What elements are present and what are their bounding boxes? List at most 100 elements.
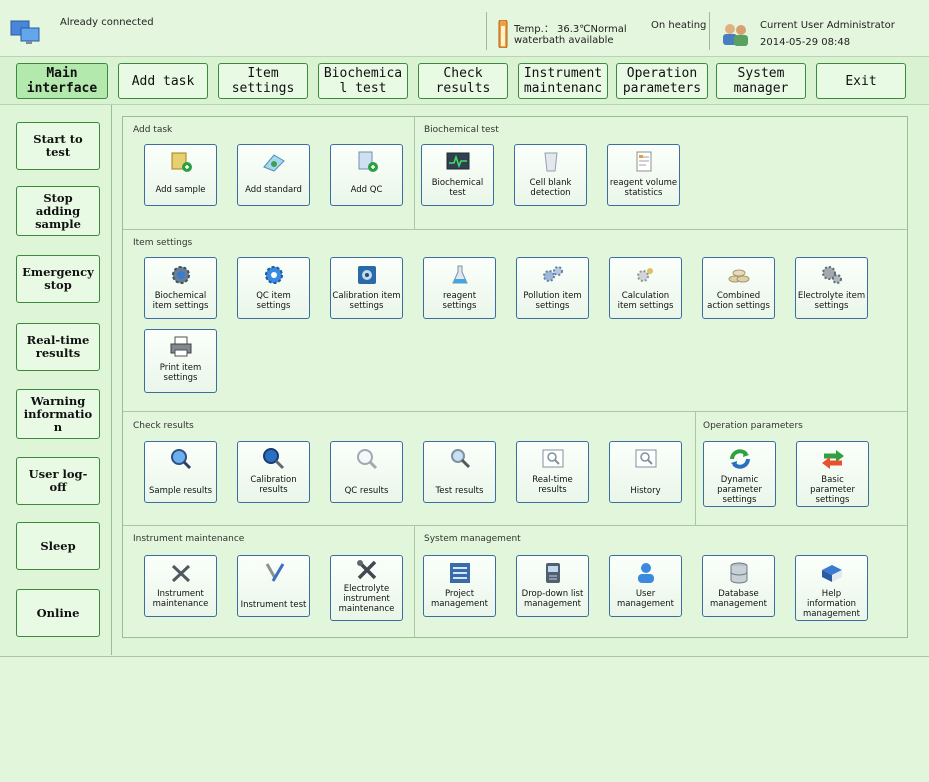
menu-operation-parameters[interactable]: Operation parameters bbox=[616, 63, 708, 99]
printer-icon bbox=[170, 336, 192, 357]
thermometer-icon bbox=[498, 20, 508, 48]
online-button[interactable]: Online bbox=[16, 589, 100, 637]
coins-icon bbox=[728, 269, 750, 283]
basic-parameter-settings-tile[interactable]: Basic parameter settings bbox=[796, 441, 869, 507]
section-title: Operation parameters bbox=[703, 421, 803, 431]
menu-instrument-maintenance[interactable]: Instrument maintenanc bbox=[518, 63, 608, 99]
document-icon bbox=[636, 151, 652, 172]
warning-information-button[interactable]: Warning informatio n bbox=[16, 389, 100, 439]
menu-item-settings[interactable]: Item settings bbox=[218, 63, 308, 99]
divider bbox=[695, 411, 696, 525]
gear-blue-icon bbox=[265, 266, 283, 284]
combined-action-settings-tile[interactable]: Combined action settings bbox=[702, 257, 775, 319]
computer-icon bbox=[10, 20, 40, 44]
dynamic-parameter-settings-tile[interactable]: Dynamic parameter settings bbox=[703, 441, 776, 507]
datetime: 2014-05-29 08:48 bbox=[760, 37, 851, 48]
search-light-icon bbox=[357, 449, 378, 470]
divider bbox=[709, 12, 710, 50]
menu-main-interface[interactable]: Main interface bbox=[16, 63, 108, 99]
add-sample-icon bbox=[171, 152, 192, 172]
sample-results-tile[interactable]: Sample results bbox=[144, 441, 217, 503]
real-time-results-button[interactable]: Real-time results bbox=[16, 323, 100, 371]
qc-item-settings-tile[interactable]: QC item settings bbox=[237, 257, 310, 319]
connection-status: Already connected bbox=[60, 17, 154, 28]
message-area bbox=[0, 656, 929, 782]
menu-exit[interactable]: Exit bbox=[816, 63, 906, 99]
search-dark-icon bbox=[263, 448, 285, 470]
biochemical-test-tile[interactable]: Biochemical test bbox=[421, 144, 494, 206]
real-time-results-tile[interactable]: Real-time results bbox=[516, 441, 589, 503]
calibration-results-tile[interactable]: Calibration results bbox=[237, 441, 310, 503]
menu-add-task[interactable]: Add task bbox=[118, 63, 208, 99]
menu-check-results[interactable]: Check results bbox=[418, 63, 508, 99]
pen-icon bbox=[265, 563, 285, 582]
add-sample-tile[interactable]: Add sample bbox=[144, 144, 217, 206]
history-tile[interactable]: History bbox=[609, 441, 682, 503]
start-test-button[interactable]: Start to test bbox=[16, 122, 100, 170]
list-icon bbox=[450, 563, 470, 583]
calculation-item-settings-tile[interactable]: Calculation item settings bbox=[609, 257, 682, 319]
users-icon bbox=[723, 24, 748, 46]
cell-blank-detection-tile[interactable]: Cell blank detection bbox=[514, 144, 587, 206]
divider bbox=[486, 12, 487, 50]
help-information-management-tile[interactable]: Help information management bbox=[795, 555, 868, 621]
wrench-icon bbox=[171, 564, 191, 583]
biochemical-item-settings-tile[interactable]: Biochemical item settings bbox=[144, 257, 217, 319]
add-qc-tile[interactable]: Add QC bbox=[330, 144, 403, 206]
cup-icon bbox=[544, 152, 558, 172]
reagent-settings-tile[interactable]: reagent settings bbox=[423, 257, 496, 319]
tools-icon bbox=[822, 266, 842, 284]
monitor-icon bbox=[446, 152, 470, 170]
section-title: Check results bbox=[133, 421, 194, 431]
add-standard-icon bbox=[263, 154, 285, 172]
dropdown-list-management-tile[interactable]: Drop-down list management bbox=[516, 555, 589, 617]
electrolyte-instrument-maintenance-tile[interactable]: Electrolyte instrument maintenance bbox=[330, 555, 403, 621]
print-item-settings-tile[interactable]: Print item settings bbox=[144, 329, 217, 393]
add-standard-tile[interactable]: Add standard bbox=[237, 144, 310, 206]
status-bar: Already connected Temp.： 36.3℃Normal wat… bbox=[0, 0, 929, 57]
section-title: Add task bbox=[133, 125, 173, 135]
emergency-stop-button[interactable]: Emergency stop bbox=[16, 255, 100, 303]
search-icon bbox=[171, 449, 192, 470]
tools-icon bbox=[357, 560, 377, 580]
instrument-test-tile[interactable]: Instrument test bbox=[237, 555, 310, 617]
stop-adding-sample-button[interactable]: Stop adding sample bbox=[16, 186, 100, 236]
swap-icon bbox=[822, 450, 844, 469]
menu-system-manager[interactable]: System manager bbox=[716, 63, 806, 99]
refresh-icon bbox=[730, 449, 750, 469]
divider bbox=[414, 117, 415, 229]
instrument-maintenance-tile[interactable]: Instrument maintenance bbox=[144, 555, 217, 617]
section-title: System management bbox=[424, 534, 521, 544]
reagent-volume-statistics-tile[interactable]: reagent volume statistics bbox=[607, 144, 680, 206]
main-panel: Add task Add sample Add standard Add QC … bbox=[122, 116, 908, 638]
database-management-tile[interactable]: Database management bbox=[702, 555, 775, 617]
search-box-icon bbox=[635, 449, 657, 468]
waterbath-status: waterbath available bbox=[514, 35, 614, 46]
sleep-button[interactable]: Sleep bbox=[16, 522, 100, 570]
section-title: Item settings bbox=[133, 238, 193, 248]
search-box-icon bbox=[542, 449, 564, 468]
main-menu: Main interface Add task Item settings Bi… bbox=[0, 57, 929, 105]
section-title: Biochemical test bbox=[424, 125, 499, 135]
divider bbox=[123, 525, 907, 526]
user-management-tile[interactable]: User management bbox=[609, 555, 682, 617]
user-logoff-button[interactable]: User log- off bbox=[16, 457, 100, 505]
menu-biochemical-test[interactable]: Biochemica l test bbox=[318, 63, 408, 99]
search-icon bbox=[451, 449, 471, 469]
database-icon bbox=[730, 562, 748, 584]
temperature-status: Temp.： 36.3℃Normal bbox=[514, 24, 627, 35]
calc-icon bbox=[637, 268, 653, 282]
divider bbox=[123, 229, 907, 230]
heating-status: On heating bbox=[651, 20, 707, 31]
test-results-tile[interactable]: Test results bbox=[423, 441, 496, 503]
pollution-item-settings-tile[interactable]: Pollution item settings bbox=[516, 257, 589, 319]
gears-icon bbox=[543, 266, 563, 282]
qc-results-tile[interactable]: QC results bbox=[330, 441, 403, 503]
calibration-icon bbox=[358, 266, 376, 284]
current-user: Current User Administrator bbox=[760, 20, 895, 31]
book-icon bbox=[822, 565, 842, 582]
electrolyte-item-settings-tile[interactable]: Electrolyte item settings bbox=[795, 257, 868, 319]
project-management-tile[interactable]: Project management bbox=[423, 555, 496, 617]
dropdown-icon bbox=[546, 563, 560, 583]
calibration-item-settings-tile[interactable]: Calibration item settings bbox=[330, 257, 403, 319]
